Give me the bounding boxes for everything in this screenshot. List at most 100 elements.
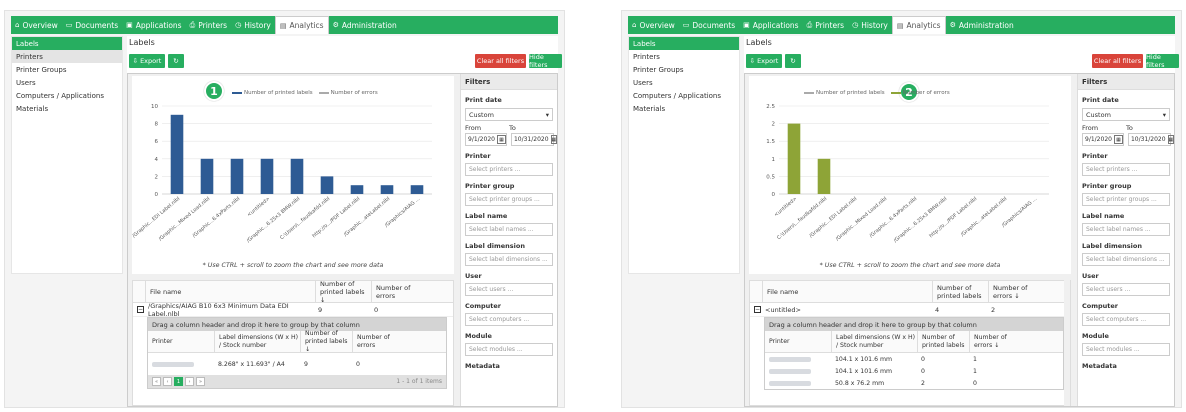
sidebar-item-computers[interactable]: Computers / Applications	[629, 89, 739, 102]
clear-filters-button[interactable]: Clear all filters	[475, 54, 526, 68]
nav-printers[interactable]: ⎙ Printers	[186, 16, 231, 34]
group-hint[interactable]: Drag a column header and drop it here to…	[765, 318, 1063, 331]
to-label: To	[509, 124, 516, 132]
col-printed[interactable]: Number of printed labels	[932, 281, 988, 302]
collapse-icon[interactable]: −	[754, 306, 761, 313]
screenshot-panel-2: ⌂ Overview ▭ Documents ▣ Applications ⎙ Prin…	[621, 10, 1182, 408]
nav-overview[interactable]: ⌂ Overview	[11, 16, 62, 34]
detail-row[interactable]: 104.1 x 101.6 mm 0 1	[765, 353, 1063, 365]
sidebar-item-printers[interactable]: Printers	[629, 50, 739, 63]
detail-row[interactable]: 8.268" x 11.693" / A4 9 0	[148, 353, 446, 375]
nav-applications[interactable]: ▣ Applications	[739, 16, 802, 34]
sidebar-item-materials[interactable]: Materials	[12, 102, 122, 115]
sub-col-printer[interactable]: Printer	[148, 331, 214, 352]
from-date-input[interactable]: 9/1/2020 ▦	[465, 133, 507, 146]
sidebar-item-users[interactable]: Users	[629, 76, 739, 89]
sub-col-errors[interactable]: Number of errors ↓	[969, 331, 1025, 352]
nav-history[interactable]: ◷ History	[231, 16, 275, 34]
group-hint[interactable]: Drag a column header and drop it here to…	[148, 318, 446, 331]
sub-col-printed[interactable]: Number of printed labels	[917, 331, 969, 352]
label-dimension-filter-input[interactable]: Select label dimensions ...	[465, 253, 553, 266]
table-row[interactable]: − <untitled> 4 2	[750, 303, 1070, 317]
clear-filters-button[interactable]: Clear all filters	[1092, 54, 1143, 68]
nav-administration[interactable]: ⚙ Administration	[329, 16, 401, 34]
sidebar-item-printer-groups[interactable]: Printer Groups	[12, 63, 122, 76]
col-errors[interactable]: Number of errors	[371, 281, 429, 302]
bar-chart: 0 2 4 6 8 10/Graphic...EDI Label.nlbl/Graphic…	[132, 104, 432, 244]
refresh-button[interactable]: ↻	[168, 54, 184, 68]
printer-group-filter-input[interactable]: Select printer groups ...	[1082, 193, 1170, 206]
nav-label: Overview	[22, 20, 58, 30]
from-date-input[interactable]: 9/1/2020 ▦	[1082, 133, 1124, 146]
calendar-icon[interactable]: ▦	[496, 135, 506, 144]
sub-col-printer[interactable]: Printer	[765, 331, 831, 352]
col-errors[interactable]: Number of errors ↓	[988, 281, 1046, 302]
sidebar: Labels Printers Printer Groups Users Com…	[11, 36, 123, 274]
sidebar-item-labels[interactable]: Labels	[12, 37, 122, 50]
col-file-name[interactable]: File name	[145, 281, 315, 302]
to-date-input[interactable]: 10/31/2020 ▦	[1127, 133, 1175, 146]
user-filter-input[interactable]: Select users ...	[465, 283, 553, 296]
computer-filter-input[interactable]: Select computers ...	[465, 313, 553, 326]
nav-printers[interactable]: ⎙ Printers	[803, 16, 848, 34]
sidebar-item-computers[interactable]: Computers / Applications	[12, 89, 122, 102]
page-number[interactable]: 1	[174, 377, 183, 386]
last-page-icon[interactable]: »	[196, 377, 205, 386]
first-page-icon[interactable]: «	[152, 377, 161, 386]
printer-group-filter-input[interactable]: Select printer groups ...	[465, 193, 553, 206]
nav-documents[interactable]: ▭ Documents	[679, 16, 739, 34]
export-button[interactable]: ⇩ Export	[129, 54, 165, 68]
filters-panel: Filters Print date Custom ▾ From To 9/1/20…	[1077, 74, 1175, 406]
sidebar-item-printers[interactable]: Printers	[12, 50, 122, 63]
to-date-input[interactable]: 10/31/2020 ▦	[510, 133, 558, 146]
nav-documents[interactable]: ▭ Documents	[62, 16, 122, 34]
x-tick-label: C:\Users\...faudkafdd.nlbl	[279, 196, 331, 241]
sub-col-dims[interactable]: Label dimensions (W x H) / Stock number	[214, 331, 300, 352]
toolbar: ⇩ Export ↻ Clear all filters Hide filters	[127, 51, 562, 71]
calendar-icon[interactable]: ▦	[550, 135, 558, 144]
sub-col-errors[interactable]: Number of errors	[352, 331, 408, 352]
label-name-filter-input[interactable]: Select label names ...	[465, 223, 553, 236]
print-date-select[interactable]: Custom ▾	[465, 108, 553, 121]
label-dimension-filter-input[interactable]: Select label dimensions ...	[1082, 253, 1170, 266]
print-date-select[interactable]: Custom ▾	[1082, 108, 1170, 121]
sidebar-item-materials[interactable]: Materials	[629, 102, 739, 115]
detail-row[interactable]: 50.8 x 76.2 mm 2 0	[765, 377, 1063, 389]
printer-name-redacted	[148, 361, 214, 367]
prev-page-icon[interactable]: ‹	[163, 377, 172, 386]
sub-col-printed[interactable]: Number of printed labels ↓	[300, 330, 352, 353]
col-printed[interactable]: Number of printed labels ↓	[315, 280, 371, 304]
computer-filter-input[interactable]: Select computers ...	[1082, 313, 1170, 326]
export-button[interactable]: ⇩ Export	[746, 54, 782, 68]
grid-scrollbar[interactable]	[1064, 280, 1070, 406]
row-errors: 0	[374, 305, 379, 314]
label-name-filter-input[interactable]: Select label names ...	[1082, 223, 1170, 236]
sub-col-dims[interactable]: Label dimensions (W x H) / Stock number	[831, 331, 917, 352]
calendar-icon[interactable]: ▦	[1167, 135, 1175, 144]
table-row[interactable]: − /Graphics/AIAG B10 6x3 Minimum Data ED…	[133, 302, 453, 318]
sidebar-item-users[interactable]: Users	[12, 76, 122, 89]
hide-filters-button[interactable]: Hide filters	[529, 53, 562, 69]
next-page-icon[interactable]: ›	[185, 377, 194, 386]
module-filter-input[interactable]: Select modules ...	[465, 343, 553, 356]
sidebar-item-labels[interactable]: Labels	[629, 37, 739, 50]
nav-analytics[interactable]: ▤ Analytics	[274, 16, 329, 34]
content-area: 1 Number of printed labels Number of err…	[127, 73, 558, 407]
hide-filters-button[interactable]: Hide filters	[1146, 53, 1179, 69]
nav-history[interactable]: ◷ History	[848, 16, 892, 34]
refresh-button[interactable]: ↻	[785, 54, 801, 68]
user-filter-input[interactable]: Select users ...	[1082, 283, 1170, 296]
collapse-icon[interactable]: −	[137, 306, 144, 313]
sidebar-item-printer-groups[interactable]: Printer Groups	[629, 63, 739, 76]
nav-administration[interactable]: ⚙ Administration	[946, 16, 1018, 34]
col-file-name[interactable]: File name	[762, 281, 932, 302]
module-filter-input[interactable]: Select modules ...	[1082, 343, 1170, 356]
page-title: Labels	[746, 38, 772, 47]
detail-row[interactable]: 104.1 x 101.6 mm 0 1	[765, 365, 1063, 377]
printer-filter-input[interactable]: Select printers ...	[1082, 163, 1170, 176]
nav-overview[interactable]: ⌂ Overview	[628, 16, 679, 34]
nav-applications[interactable]: ▣ Applications	[122, 16, 185, 34]
calendar-icon[interactable]: ▦	[1113, 135, 1123, 144]
nav-analytics[interactable]: ▤ Analytics	[891, 16, 946, 34]
printer-filter-input[interactable]: Select printers ...	[465, 163, 553, 176]
